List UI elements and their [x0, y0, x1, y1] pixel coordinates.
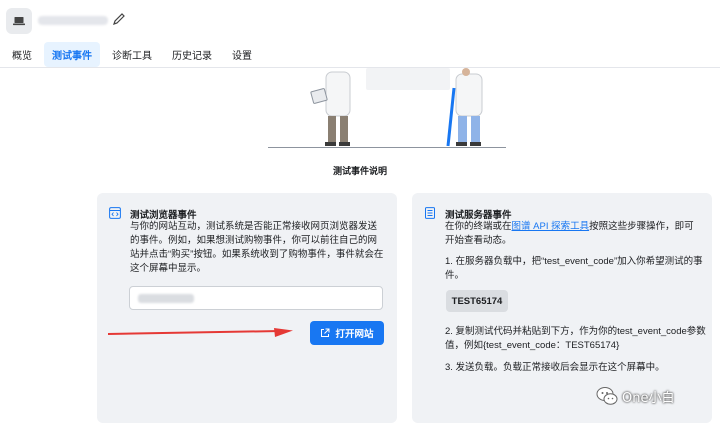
graph-api-explorer-link[interactable]: 图谱 API 探索工具 — [512, 221, 590, 232]
browser-code-icon — [109, 207, 121, 219]
laptop-icon[interactable] — [6, 8, 32, 34]
test-event-code-box[interactable]: TEST65174 — [446, 290, 508, 312]
website-url-input[interactable] — [129, 286, 383, 310]
tab-diagnostics[interactable]: 诊断工具 — [104, 42, 160, 67]
edit-pencil-icon[interactable] — [112, 12, 126, 26]
server-step-1: 1. 在服务器负载中，把“test_event_code”加入你希望测试的事件。 — [445, 256, 703, 281]
browser-events-card: 测试浏览器事件 与你的网站互动，测试系统是否能正常接收网页浏览器发送的事件。例如… — [97, 193, 397, 423]
test-events-guide-caption[interactable]: 测试事件说明 — [0, 164, 720, 177]
website-url-redacted — [138, 294, 194, 303]
dataset-name-redacted — [38, 16, 108, 25]
tab-overview[interactable]: 概览 — [4, 42, 40, 67]
wechat-watermark: One小白 — [596, 386, 674, 406]
tab-bar: 概览 测试事件 诊断工具 历史记录 设置 — [0, 41, 260, 67]
server-step-2: 2. 复制测试代码并粘贴到下方，作为你的test_event_code参数值，例… — [445, 326, 706, 351]
test-events-illustration — [268, 68, 506, 148]
wechat-logo-icon — [596, 387, 618, 405]
hero-ground-line — [268, 147, 506, 148]
external-link-icon — [321, 328, 330, 337]
tab-test-events[interactable]: 测试事件 — [44, 41, 100, 67]
top-header: 概览 测试事件 诊断工具 历史记录 设置 — [0, 0, 720, 68]
server-step-3: 3. 发送负载。负载正常接收后会显示在这个屏幕中。 — [445, 362, 665, 373]
server-events-intro: 在你的终端或在图谱 API 探索工具按照这些步骤操作，即可开始查看动态。 — [445, 220, 701, 248]
server-events-title: 测试服务器事件 — [445, 210, 512, 221]
red-arrow-annotation — [108, 328, 293, 337]
intro-prefix: 在你的终端或在 — [445, 221, 512, 232]
open-website-label: 打开网站 — [335, 329, 374, 340]
browser-events-title: 测试浏览器事件 — [130, 210, 197, 221]
tab-settings[interactable]: 设置 — [224, 42, 260, 67]
open-website-button[interactable]: 打开网站 — [310, 321, 384, 345]
browser-events-description: 与你的网站互动，测试系统是否能正常接收网页浏览器发送的事件。例如，如果想测试购物… — [130, 221, 384, 274]
server-icon — [425, 207, 435, 219]
tab-history[interactable]: 历史记录 — [164, 42, 220, 67]
watermark-text: One小白 — [622, 390, 675, 406]
